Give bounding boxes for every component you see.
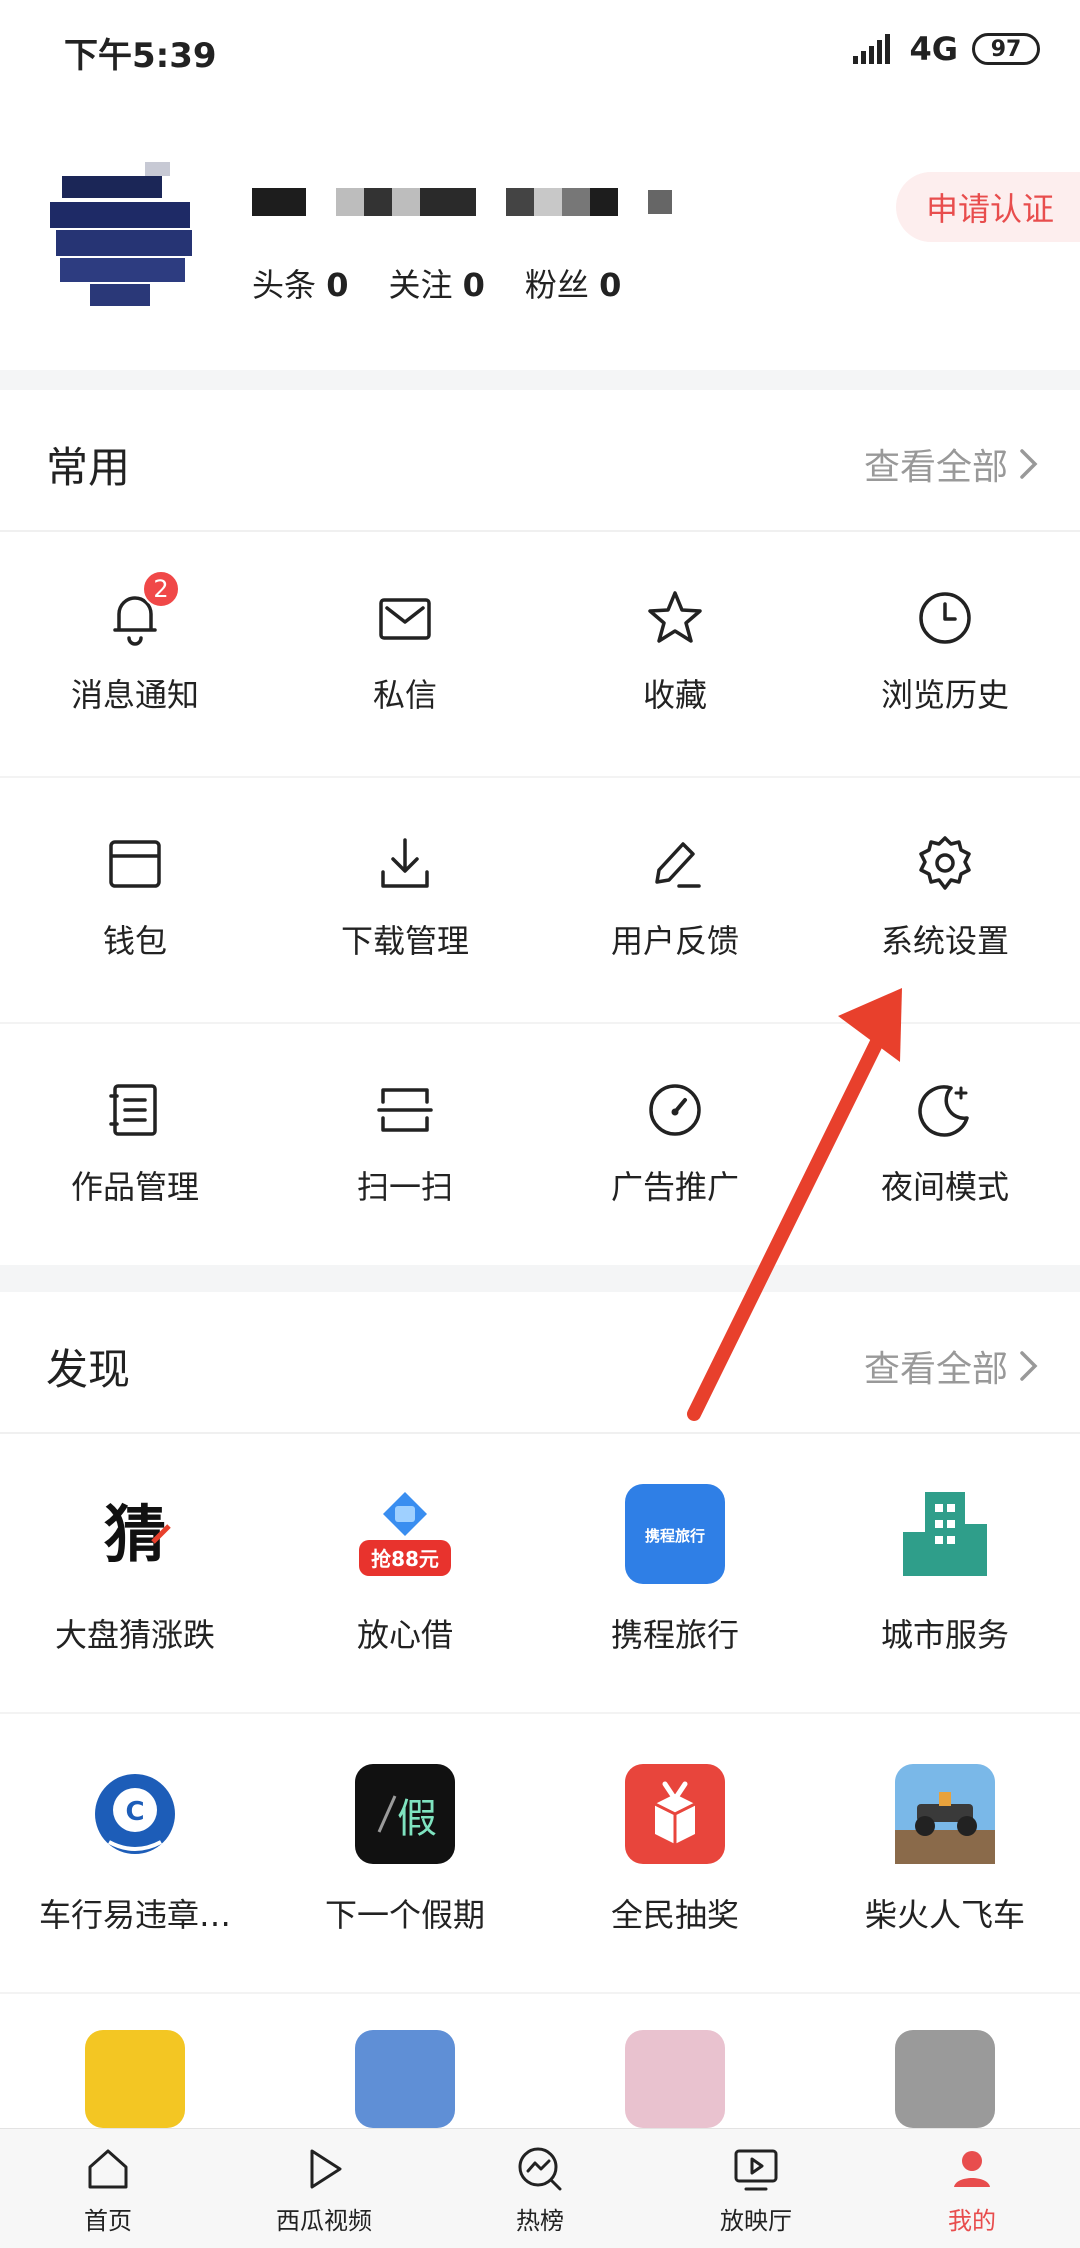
stat-following[interactable]: 关注 0 <box>388 260 484 306</box>
avatar[interactable] <box>50 162 200 322</box>
grid-row: 猜 大盘猜涨跌 抢88元 放心借 携程旅行 携程旅行 城市服务 <box>0 1436 1080 1714</box>
app-tile[interactable] <box>810 1996 1080 2128</box>
holiday-app-icon: 假 <box>355 1764 455 1864</box>
status-time: 下午5:39 <box>64 36 217 76</box>
grid-row: C 车行易违章… 假 下一个假期 全民抽奖 柴火人飞车 <box>0 1716 1080 1994</box>
home-icon <box>88 2149 128 2189</box>
signal-icon <box>853 34 891 64</box>
play-icon <box>310 2149 342 2189</box>
notebook-icon <box>109 1084 157 1136</box>
wallet-icon <box>109 840 161 888</box>
notifications-item[interactable]: 2 消息通知 <box>0 534 270 776</box>
lottery-app-icon <box>625 1764 725 1864</box>
scan-item[interactable]: 扫一扫 <box>270 1026 540 1265</box>
scan-icon <box>377 1088 433 1132</box>
svg-text:C: C <box>125 1797 144 1827</box>
grid-row: 2 消息通知 私信 收藏 浏览历史 <box>0 534 1080 778</box>
game-app-icon <box>625 2030 725 2128</box>
pencil-icon <box>655 842 701 888</box>
section-title: 发现 <box>46 1345 131 1394</box>
game-app-icon <box>895 2030 995 2128</box>
city-app-icon <box>895 1484 995 1584</box>
ad-promotion-item[interactable]: 广告推广 <box>540 1026 810 1265</box>
app-tile[interactable] <box>0 1996 270 2128</box>
game-app-icon <box>355 2030 455 2128</box>
chevron-right-icon <box>1020 1351 1038 1381</box>
wallet-item[interactable]: 钱包 <box>0 780 270 1022</box>
gear-icon <box>919 836 971 890</box>
stat-followers[interactable]: 粉丝 0 <box>525 260 621 306</box>
loan-app-icon: 抢88元 <box>355 1484 455 1584</box>
profile-stats: 头条 0 关注 0 粉丝 0 <box>252 260 621 306</box>
racing-app-icon <box>895 1764 995 1864</box>
trend-icon <box>518 2147 562 2191</box>
tab-home[interactable]: 首页 <box>0 2129 216 2248</box>
tab-mine[interactable]: 我的 <box>864 2129 1080 2248</box>
tab-hot-list[interactable]: 热榜 <box>432 2129 648 2248</box>
grid-row: 钱包 下载管理 用户反馈 系统设置 <box>0 780 1080 1024</box>
tab-screening-room[interactable]: 放映厅 <box>648 2129 864 2248</box>
section-title: 常用 <box>46 443 131 492</box>
grid-row-partial <box>0 1996 1080 2128</box>
download-manager-item[interactable]: 下载管理 <box>270 780 540 1022</box>
app-tile[interactable]: 抢88元 放心借 <box>270 1436 540 1712</box>
clock-icon <box>919 592 971 644</box>
app-tile[interactable]: 猜 大盘猜涨跌 <box>0 1436 270 1712</box>
profile-icon <box>954 2151 990 2187</box>
car-app-icon: C <box>85 1764 185 1864</box>
system-settings-item[interactable]: 系统设置 <box>810 780 1080 1022</box>
app-tile[interactable]: 柴火人飞车 <box>810 1716 1080 1992</box>
ctrip-app-icon: 携程旅行 <box>625 1484 725 1584</box>
app-tile[interactable]: 全民抽奖 <box>540 1716 810 1992</box>
mail-icon <box>379 598 431 640</box>
discover-section: 发现 查看全部 猜 大盘猜涨跌 抢88元 放心借 携程旅行 携程旅行 城市服务 … <box>0 1292 1080 2128</box>
star-icon <box>648 591 702 643</box>
app-tile[interactable]: 假 下一个假期 <box>270 1716 540 1992</box>
download-icon <box>381 838 429 888</box>
svg-text:携程旅行: 携程旅行 <box>645 1527 705 1545</box>
profile-header: 头条 0 关注 0 粉丝 0 申请认证 <box>0 100 1080 370</box>
works-management-item[interactable]: 作品管理 <box>0 1026 270 1265</box>
app-tile[interactable] <box>270 1996 540 2128</box>
favorites-item[interactable]: 收藏 <box>540 534 810 776</box>
moon-icon <box>918 1085 969 1137</box>
app-tile[interactable]: 携程旅行 携程旅行 <box>540 1436 810 1712</box>
svg-text:猜: 猜 <box>104 1498 166 1571</box>
username-redacted <box>252 188 672 216</box>
feedback-item[interactable]: 用户反馈 <box>540 780 810 1022</box>
unread-badge: 2 <box>142 570 180 608</box>
view-all-button[interactable]: 查看全部 <box>864 438 1040 490</box>
battery-icon: 97 <box>972 33 1040 65</box>
svg-text:假: 假 <box>397 1796 437 1842</box>
gauge-icon <box>649 1084 701 1136</box>
common-section-header: 常用 查看全部 <box>0 390 1080 532</box>
chevron-right-icon <box>1020 449 1038 479</box>
screen-icon <box>734 2149 778 2191</box>
night-mode-item[interactable]: 夜间模式 <box>810 1026 1080 1265</box>
common-section: 常用 查看全部 2 消息通知 私信 收藏 浏览历史 钱包 下载管理 用户反馈 系… <box>0 390 1080 1265</box>
app-tile[interactable]: C 车行易违章… <box>0 1716 270 1992</box>
tab-xigua-video[interactable]: 西瓜视频 <box>216 2129 432 2248</box>
grid-row: 作品管理 扫一扫 广告推广 夜间模式 <box>0 1026 1080 1265</box>
history-item[interactable]: 浏览历史 <box>810 534 1080 776</box>
app-tile[interactable] <box>540 1996 810 2128</box>
svg-text:抢88元: 抢88元 <box>371 1547 439 1571</box>
bottom-tab-bar: 首页 西瓜视频 热榜 放映厅 我的 <box>0 2128 1080 2248</box>
status-indicators: 4G 97 <box>853 30 1040 68</box>
guess-app-icon: 猜 <box>85 1484 185 1584</box>
discover-section-header: 发现 查看全部 <box>0 1292 1080 1434</box>
network-label: 4G <box>909 30 958 68</box>
apply-verification-button[interactable]: 申请认证 <box>896 172 1080 242</box>
private-message-item[interactable]: 私信 <box>270 534 540 776</box>
status-bar: 下午5:39 4G 97 <box>0 0 1080 100</box>
stat-posts[interactable]: 头条 0 <box>252 260 348 306</box>
game-app-icon <box>85 2030 185 2128</box>
app-tile[interactable]: 城市服务 <box>810 1436 1080 1712</box>
view-all-button[interactable]: 查看全部 <box>864 1340 1040 1392</box>
